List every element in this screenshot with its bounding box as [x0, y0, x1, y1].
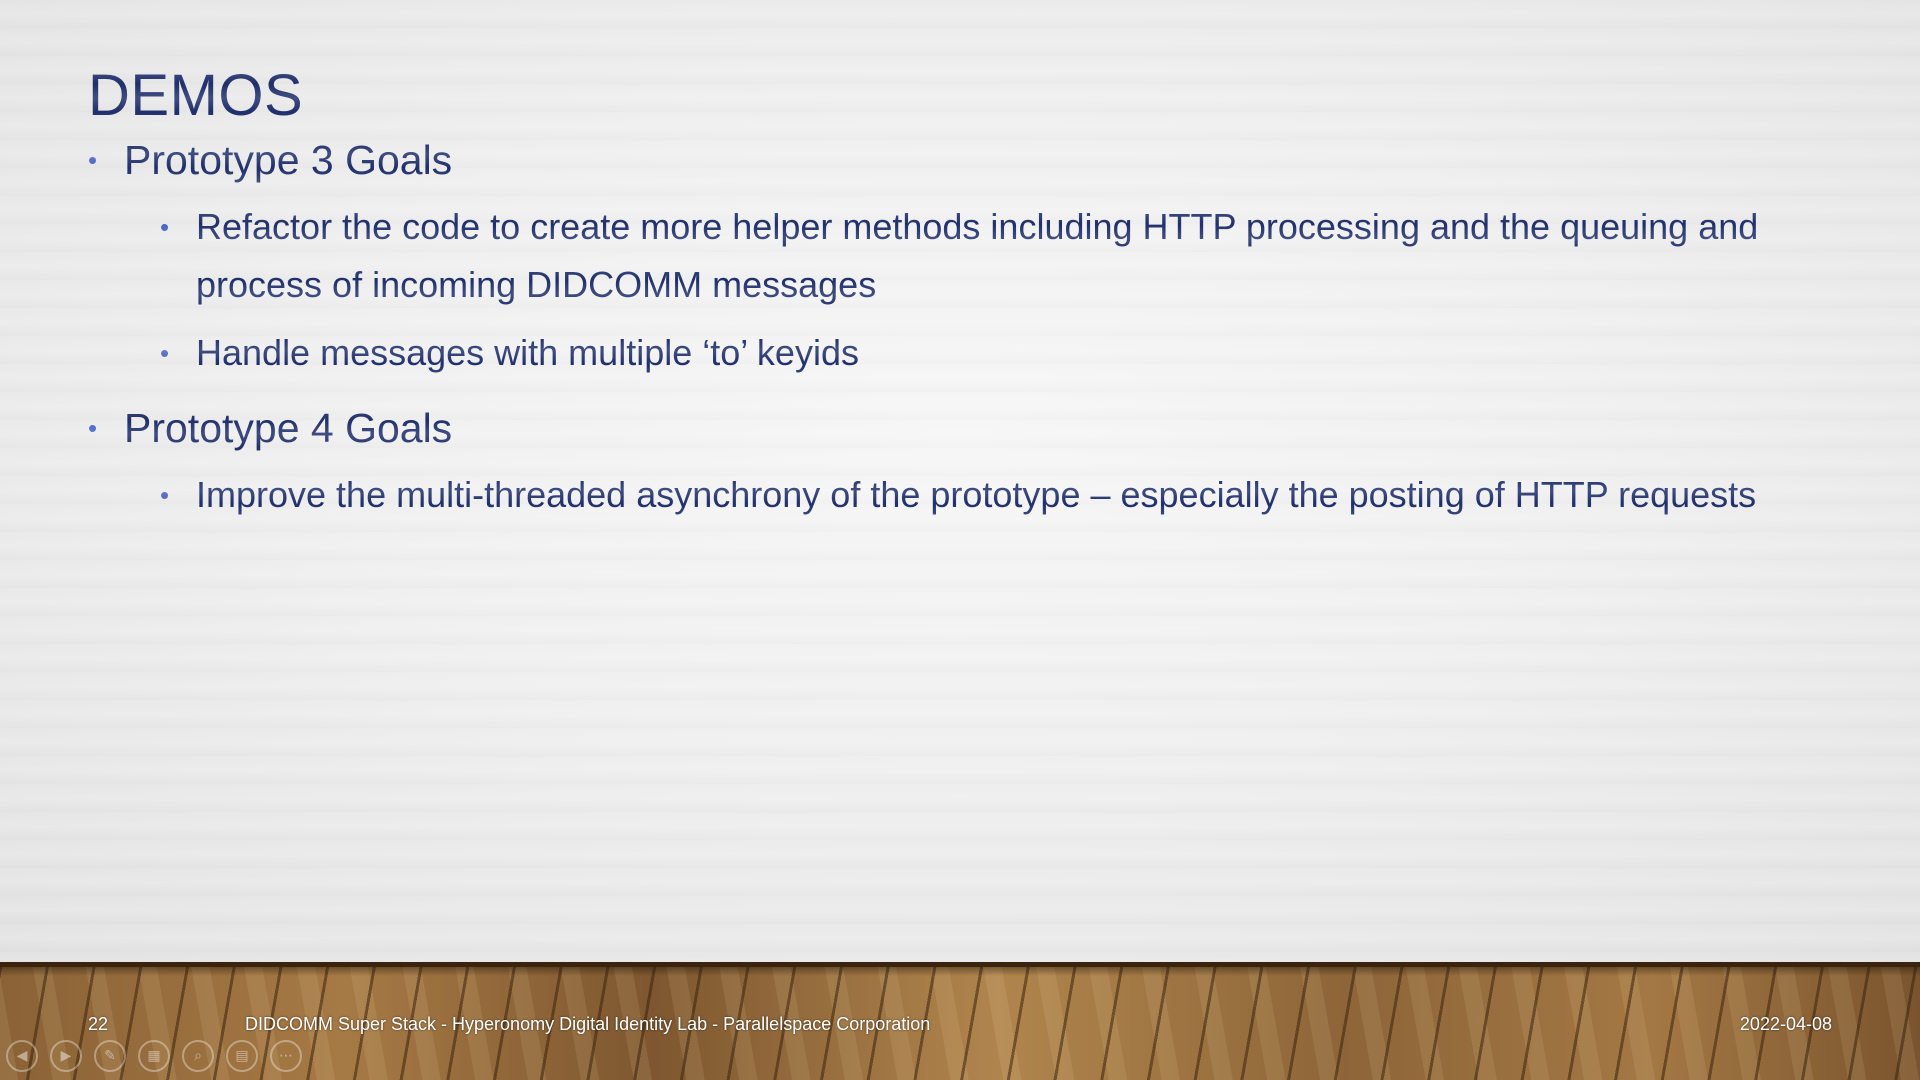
bullet-prototype-4-goals: • Prototype 4 Goals [88, 398, 1808, 458]
pen-icon[interactable]: ✎ [94, 1040, 126, 1072]
slide-content: • Prototype 3 Goals • Refactor the code … [88, 130, 1808, 524]
slide-canvas: DEMOS • Prototype 3 Goals • Refactor the… [0, 0, 1920, 965]
slide-number: 22 [88, 1014, 109, 1034]
sub-bullet-handle-messages: • Handle messages with multiple ‘to’ key… [160, 324, 1796, 382]
sub-bullet-improve-asynchrony: • Improve the multi-threaded asynchrony … [160, 466, 1796, 524]
bullet-dot: • [160, 480, 170, 510]
sub-bullet-text: Improve the multi-threaded asynchrony of… [196, 474, 1757, 515]
zoom-icon[interactable]: ⌕ [182, 1040, 214, 1072]
bullet-prototype-3-goals: • Prototype 3 Goals [88, 130, 1808, 190]
subtitles-icon[interactable]: ▤ [226, 1040, 258, 1072]
next-icon[interactable]: ▶ [50, 1040, 82, 1072]
bullet-dot: • [88, 413, 98, 443]
sub-bullet-refactor: • Refactor the code to create more helpe… [160, 198, 1796, 314]
slide-title: DEMOS [88, 63, 304, 128]
bullet-text: Prototype 3 Goals [124, 137, 453, 183]
previous-icon[interactable]: ◀ [6, 1040, 38, 1072]
more-options-icon[interactable]: ⋯ [270, 1040, 302, 1072]
bullet-dot: • [88, 145, 98, 175]
bullet-text: Prototype 4 Goals [124, 405, 453, 451]
footer-text: DIDCOMM Super Stack - Hyperonomy Digital… [245, 1014, 931, 1034]
floor-edge [0, 962, 1920, 967]
bullet-dot: • [160, 338, 170, 368]
sub-bullet-text: Refactor the code to create more helper … [196, 206, 1759, 305]
slideshow-controls: ◀ ▶ ✎ ▦ ⌕ ▤ ⋯ [6, 1040, 302, 1072]
sub-bullet-text: Handle messages with multiple ‘to’ keyid… [196, 332, 859, 373]
footer-date: 2022-04-08 [1739, 1014, 1832, 1034]
slides-grid-icon[interactable]: ▦ [138, 1040, 170, 1072]
bullet-dot: • [160, 212, 170, 242]
